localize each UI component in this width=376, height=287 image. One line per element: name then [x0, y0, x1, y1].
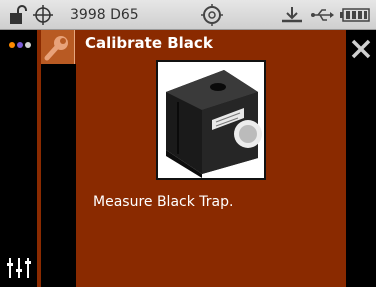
usb-icon: [310, 0, 334, 30]
dot-purple: [17, 42, 23, 48]
right-rail: [346, 30, 376, 287]
menu-dots-icon[interactable]: [9, 42, 31, 48]
dialog-header: Calibrate Black: [41, 30, 346, 64]
crosshair-icon[interactable]: [32, 0, 54, 30]
left-inner-panel: [41, 64, 76, 287]
dot-gray: [25, 42, 31, 48]
tray-icon[interactable]: [280, 0, 304, 30]
wrench-icon: [41, 30, 75, 64]
black-trap-photo: [156, 60, 266, 180]
left-rail: [0, 30, 37, 287]
main-panel: Measure Black Trap.: [76, 60, 346, 287]
unlock-icon[interactable]: [9, 0, 27, 30]
battery-icon: [340, 0, 370, 30]
close-icon[interactable]: [350, 38, 372, 60]
status-bar: 3998 D65: [0, 0, 376, 30]
sliders-icon[interactable]: [6, 256, 32, 280]
device-screen: 3998 D65 Calibrate Black Measure Black T…: [0, 0, 376, 287]
dot-orange: [9, 42, 15, 48]
target-icon[interactable]: [201, 0, 223, 30]
status-illuminant-text: 3998 D65: [70, 7, 139, 23]
page-title: Calibrate Black: [85, 34, 213, 52]
instruction-text: Measure Black Trap.: [93, 194, 234, 210]
